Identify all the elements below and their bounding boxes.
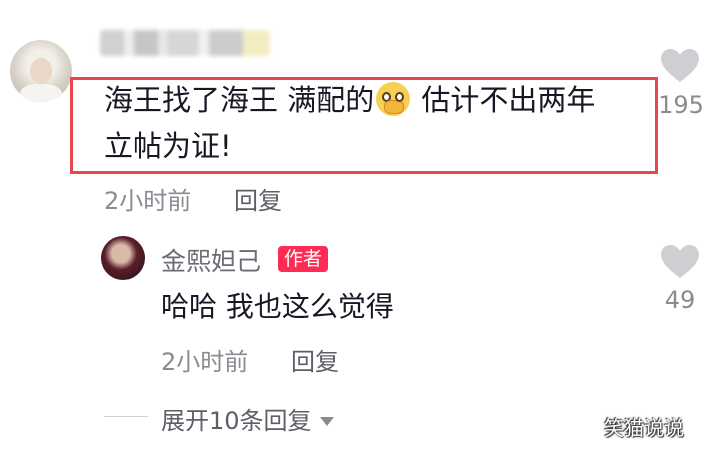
expand-replies-label: 展开10条回复: [161, 407, 312, 435]
comment-timestamp: 2小时前: [104, 187, 192, 215]
comment-text-part1: 海王找了海王 满配的: [104, 83, 375, 117]
comment-like-count: 195: [658, 91, 704, 119]
comment-text-line1: 海王找了海王 满配的 估计不出两年: [104, 80, 595, 120]
comment-text-line2: 立帖为证!: [104, 129, 232, 163]
reply-reply-button[interactable]: 回复: [291, 342, 339, 377]
comment-text-part2: 估计不出两年: [412, 83, 596, 117]
chevron-down-icon: [319, 417, 334, 426]
heart-icon[interactable]: [660, 48, 700, 84]
expand-replies-button[interactable]: 展开10条回复: [161, 401, 334, 436]
author-avatar[interactable]: [101, 236, 145, 280]
reply-timestamp: 2小时前: [161, 348, 249, 376]
heart-icon[interactable]: [660, 244, 700, 280]
divider: [104, 416, 148, 417]
commenter-avatar[interactable]: [10, 40, 72, 102]
reply-like-count: 49: [664, 286, 696, 314]
watermark: 笑猫说说: [604, 416, 684, 440]
reply-text: 哈哈 我也这么觉得: [161, 290, 394, 323]
comment-reply-button[interactable]: 回复: [234, 181, 282, 216]
pleading-face-icon: [376, 82, 411, 116]
commenter-name-blurred[interactable]: [100, 30, 270, 56]
author-badge: 作者: [278, 246, 329, 272]
reply-author-name[interactable]: 金熙妲己: [161, 242, 261, 278]
